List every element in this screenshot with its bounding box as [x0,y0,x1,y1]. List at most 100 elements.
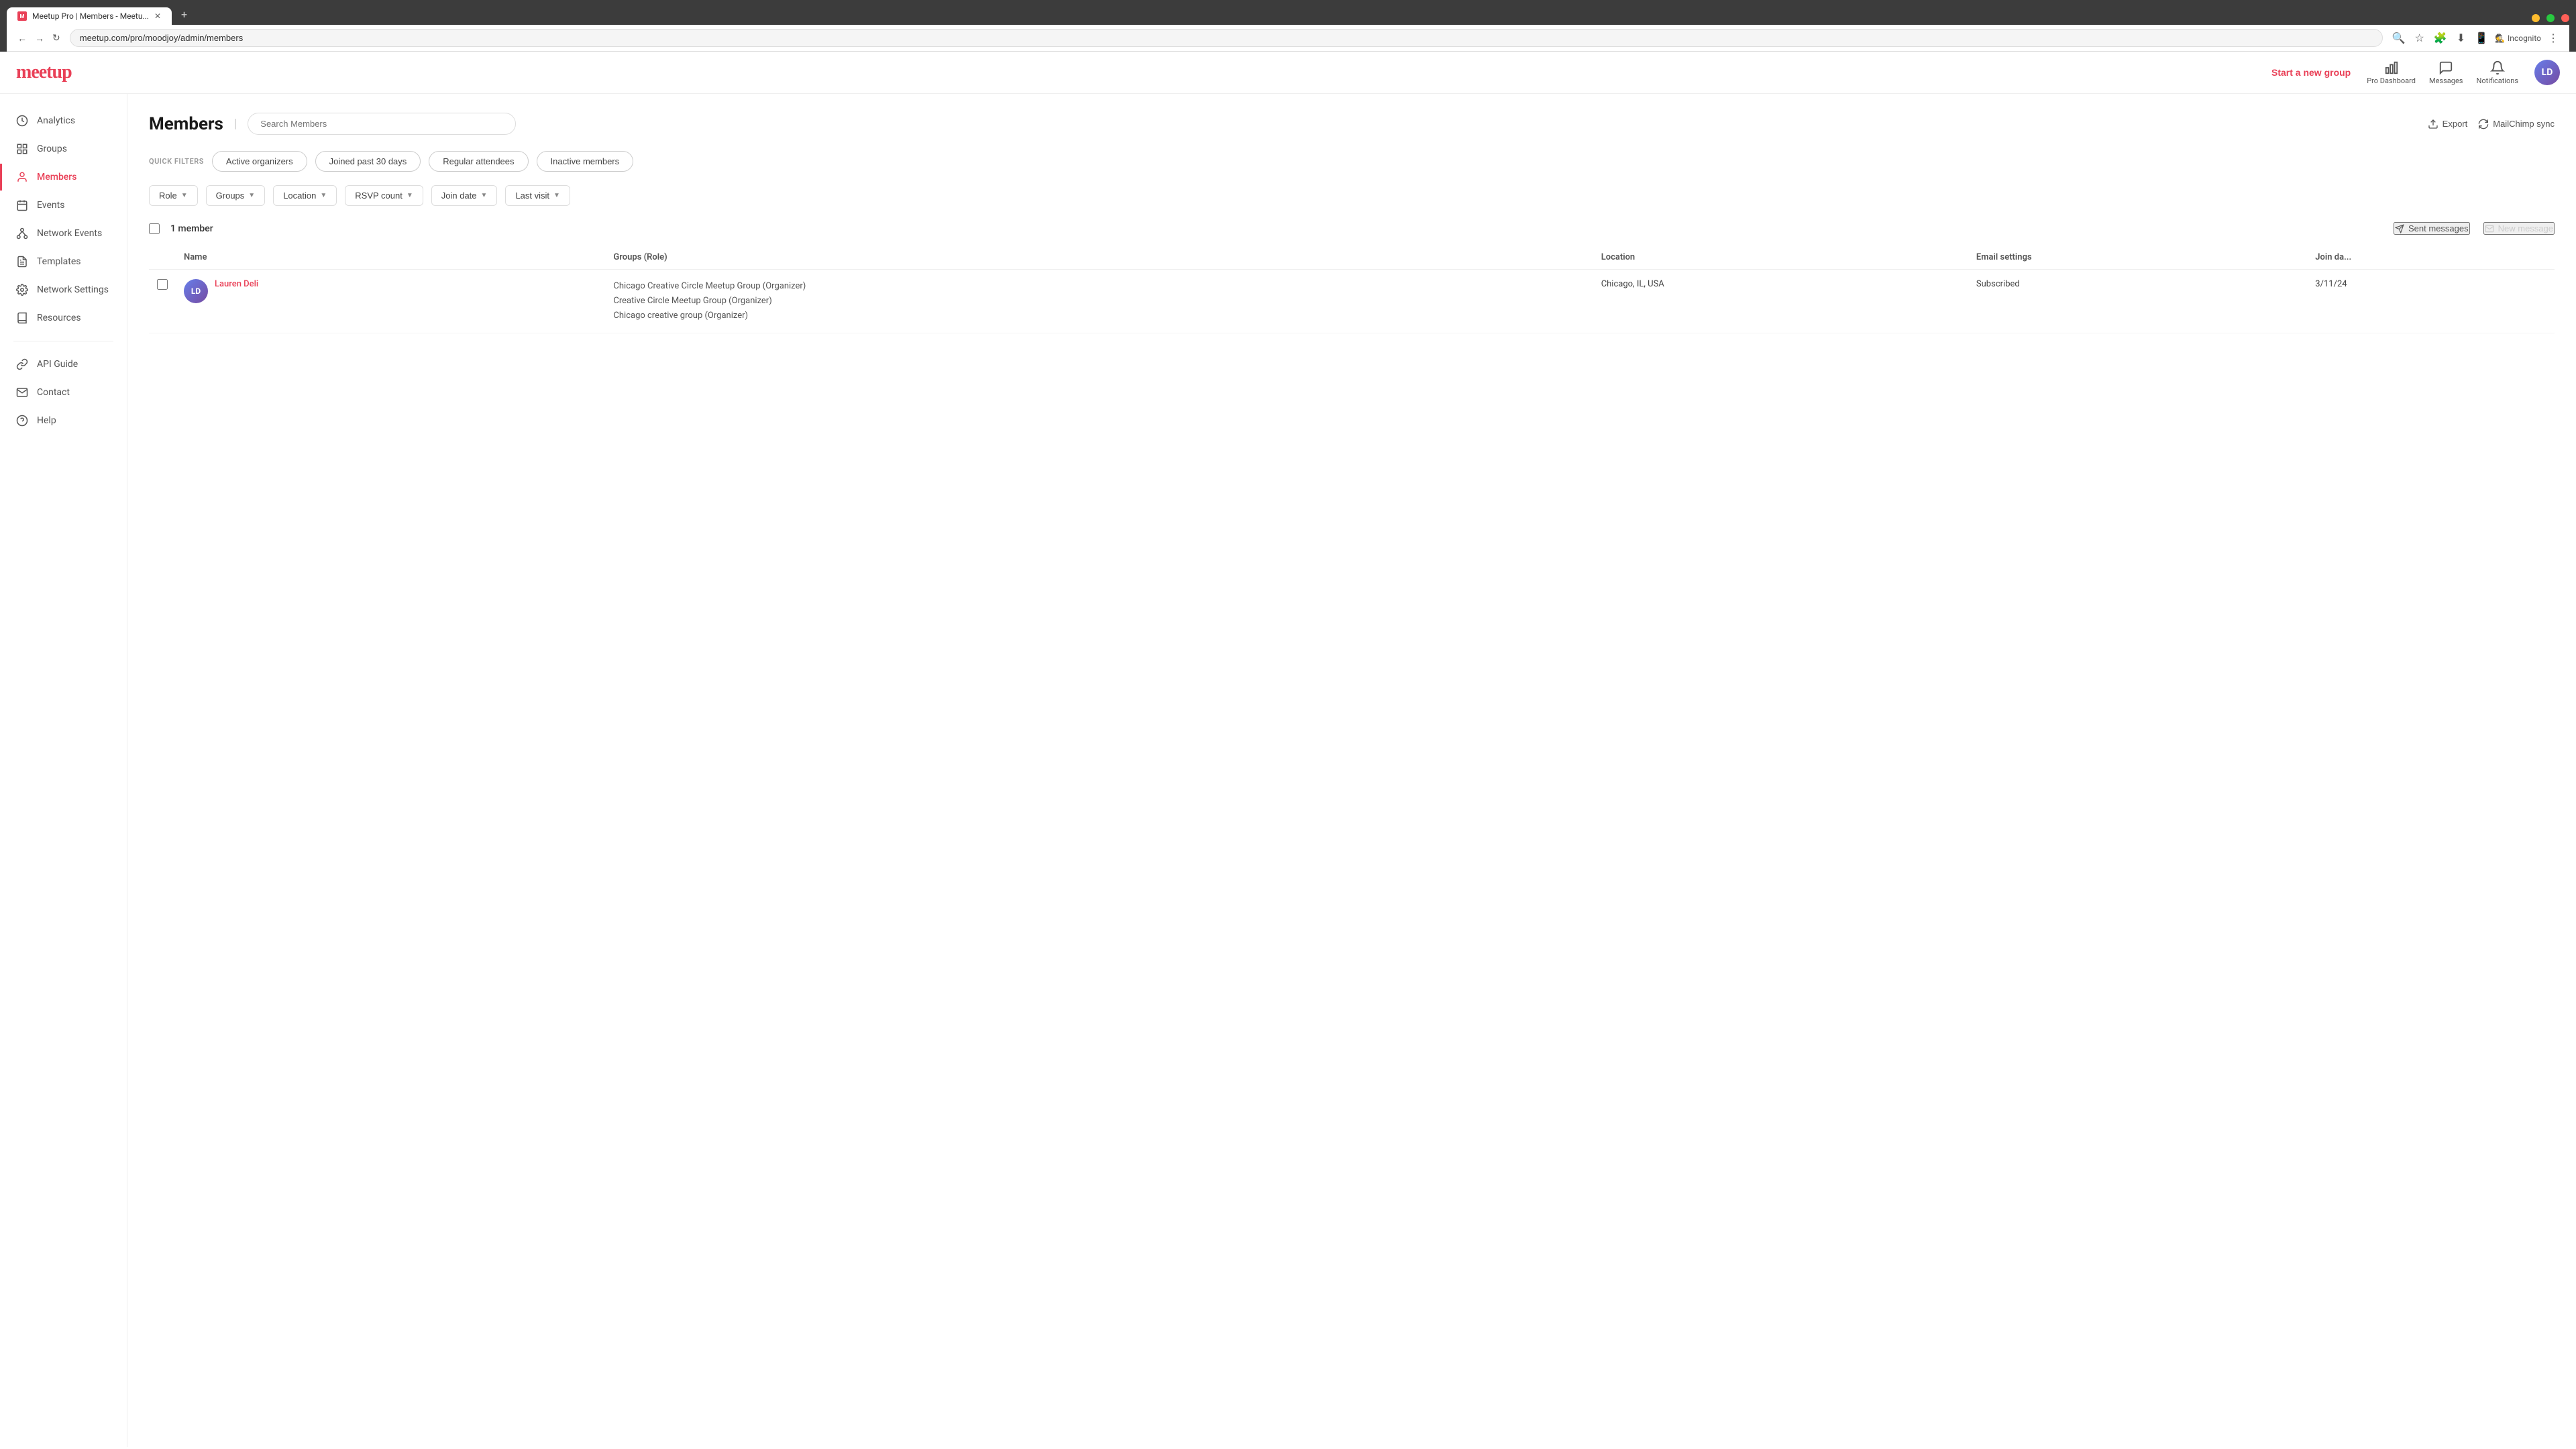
filter-chip-regular-attendees[interactable]: Regular attendees [429,151,528,172]
export-button[interactable]: Export [2428,119,2468,129]
sidebar-item-api-guide[interactable]: API Guide [0,351,127,378]
filter-rsvp-label: RSVP count [355,191,402,201]
filter-last-visit[interactable]: Last visit ▼ [505,185,570,206]
filter-location[interactable]: Location ▼ [273,185,337,206]
network-settings-label: Network Settings [37,284,109,295]
group-2: Creative Circle Meetup Group (Organizer) [613,294,1585,309]
row-checkbox[interactable] [157,279,168,290]
extensions-icon[interactable]: 🧩 [2431,29,2450,47]
sidebar-item-events[interactable]: Events [0,192,127,219]
member-name-link[interactable]: Lauren Deli [215,279,258,289]
location-chevron-down-icon: ▼ [320,192,327,199]
back-button[interactable]: ← [15,30,30,46]
table-header: Name Groups (Role) Location Email settin… [149,246,2555,270]
page-title: Members [149,114,223,134]
sidebar-item-help[interactable]: Help [0,407,127,434]
sidebar-item-members[interactable]: Members [0,164,127,191]
joindate-chevron-down-icon: ▼ [481,192,488,199]
filter-chip-active-organizers[interactable]: Active organizers [212,151,307,172]
browser-addressbar: ← → ↻ 🔍 ☆ 🧩 ⬇ 📱 🕵 Incognito ⋮ [7,25,2569,52]
table-body: LD Lauren Deli Chicago Creative Circle M… [149,270,2555,333]
filter-join-date[interactable]: Join date ▼ [431,185,498,206]
pro-dashboard-label: Pro Dashboard [2367,76,2416,85]
help-label: Help [37,415,56,426]
members-table: Name Groups (Role) Location Email settin… [149,246,2555,333]
filter-lastvisit-label: Last visit [515,191,549,201]
filter-rsvp-count[interactable]: RSVP count ▼ [345,185,423,206]
mailchimp-icon [2478,119,2489,129]
new-tab-button[interactable]: + [173,4,195,25]
group-1: Chicago Creative Circle Meetup Group (Or… [613,279,1585,294]
filter-joindate-label: Join date [441,191,477,201]
new-message-icon [2485,224,2494,233]
events-label: Events [37,200,64,211]
members-label: Members [37,172,76,182]
display-icon[interactable]: 📱 [2472,29,2491,47]
forward-button[interactable]: → [32,30,47,46]
sidebar-item-templates[interactable]: Templates [0,248,127,275]
start-new-group-button[interactable]: Start a new group [2271,67,2351,78]
member-email-cell: Subscribed [1968,270,2307,333]
tab-favicon: M [17,11,27,21]
member-name-container: LD Lauren Deli [184,279,597,303]
messages-nav[interactable]: Messages [2429,60,2463,85]
main-content: Members | Export MailChimp sync QUICK FI… [127,94,2576,1447]
contact-label: Contact [37,387,70,398]
filter-chip-joined-past-30[interactable]: Joined past 30 days [315,151,421,172]
url-bar[interactable] [70,29,2383,47]
export-icon [2428,119,2438,129]
topbar-icon-group: Pro Dashboard Messages Notifications [2367,60,2518,85]
member-avatar: LD [184,279,208,303]
sidebar: Analytics Groups Members Events [0,94,127,1447]
pro-dashboard-nav[interactable]: Pro Dashboard [2367,60,2416,85]
window-minimize[interactable] [2532,14,2540,22]
sidebar-item-resources[interactable]: Resources [0,305,127,331]
window-maximize[interactable] [2546,14,2555,22]
bookmark-icon[interactable]: ☆ [2412,29,2427,47]
refresh-button[interactable]: ↻ [50,30,63,46]
download-icon[interactable]: ⬇ [2454,29,2468,47]
mailchimp-sync-button[interactable]: MailChimp sync [2478,119,2555,129]
events-icon [15,199,29,212]
groups-chevron-down-icon: ▼ [248,192,255,199]
export-label: Export [2443,119,2468,129]
meetup-logo[interactable]: meetup [16,62,72,83]
select-all-checkbox[interactable] [149,223,160,234]
table-row: LD Lauren Deli Chicago Creative Circle M… [149,270,2555,333]
sent-messages-button[interactable]: Sent messages [2394,222,2470,235]
menu-icon[interactable]: ⋮ [2545,29,2561,47]
contact-icon [15,386,29,399]
filter-groups[interactable]: Groups ▼ [206,185,266,206]
notifications-nav[interactable]: Notifications [2476,60,2518,85]
sidebar-item-network-settings[interactable]: Network Settings [0,276,127,303]
quick-filters-label: QUICK FILTERS [149,157,204,166]
sidebar-item-contact[interactable]: Contact [0,379,127,406]
header-actions: Export MailChimp sync [2428,119,2555,129]
browser-tabs: M Meetup Pro | Members - Meetu... ✕ + [7,4,2569,25]
bell-icon [2490,60,2505,75]
header-separator: | [234,117,237,131]
incognito-label: Incognito [2508,34,2541,43]
member-location: Chicago, IL, USA [1601,279,1664,289]
main-layout: Analytics Groups Members Events [0,94,2576,1447]
sidebar-item-network-events[interactable]: Network Events [0,220,127,247]
new-message-button[interactable]: New message [2483,222,2555,235]
member-groups: Chicago Creative Circle Meetup Group (Or… [613,279,1585,323]
search-input[interactable] [248,113,516,135]
tab-title: Meetup Pro | Members - Meetu... [32,11,149,21]
quick-filters: QUICK FILTERS Active organizers Joined p… [149,151,2555,172]
templates-icon [15,255,29,268]
sidebar-item-analytics[interactable]: Analytics [0,107,127,134]
members-count-label: 1 member [170,223,213,234]
user-avatar[interactable]: LD [2534,60,2560,85]
templates-label: Templates [37,256,81,267]
network-events-label: Network Events [37,228,102,239]
tab-close-button[interactable]: ✕ [154,11,161,21]
filter-role[interactable]: Role ▼ [149,185,198,206]
dropdown-filters: Role ▼ Groups ▼ Location ▼ RSVP count ▼ … [149,185,2555,206]
window-close[interactable] [2561,14,2569,22]
search-icon[interactable]: 🔍 [2390,29,2408,47]
filter-chip-inactive-members[interactable]: Inactive members [537,151,634,172]
sidebar-item-groups[interactable]: Groups [0,136,127,162]
filter-groups-label: Groups [216,191,245,201]
